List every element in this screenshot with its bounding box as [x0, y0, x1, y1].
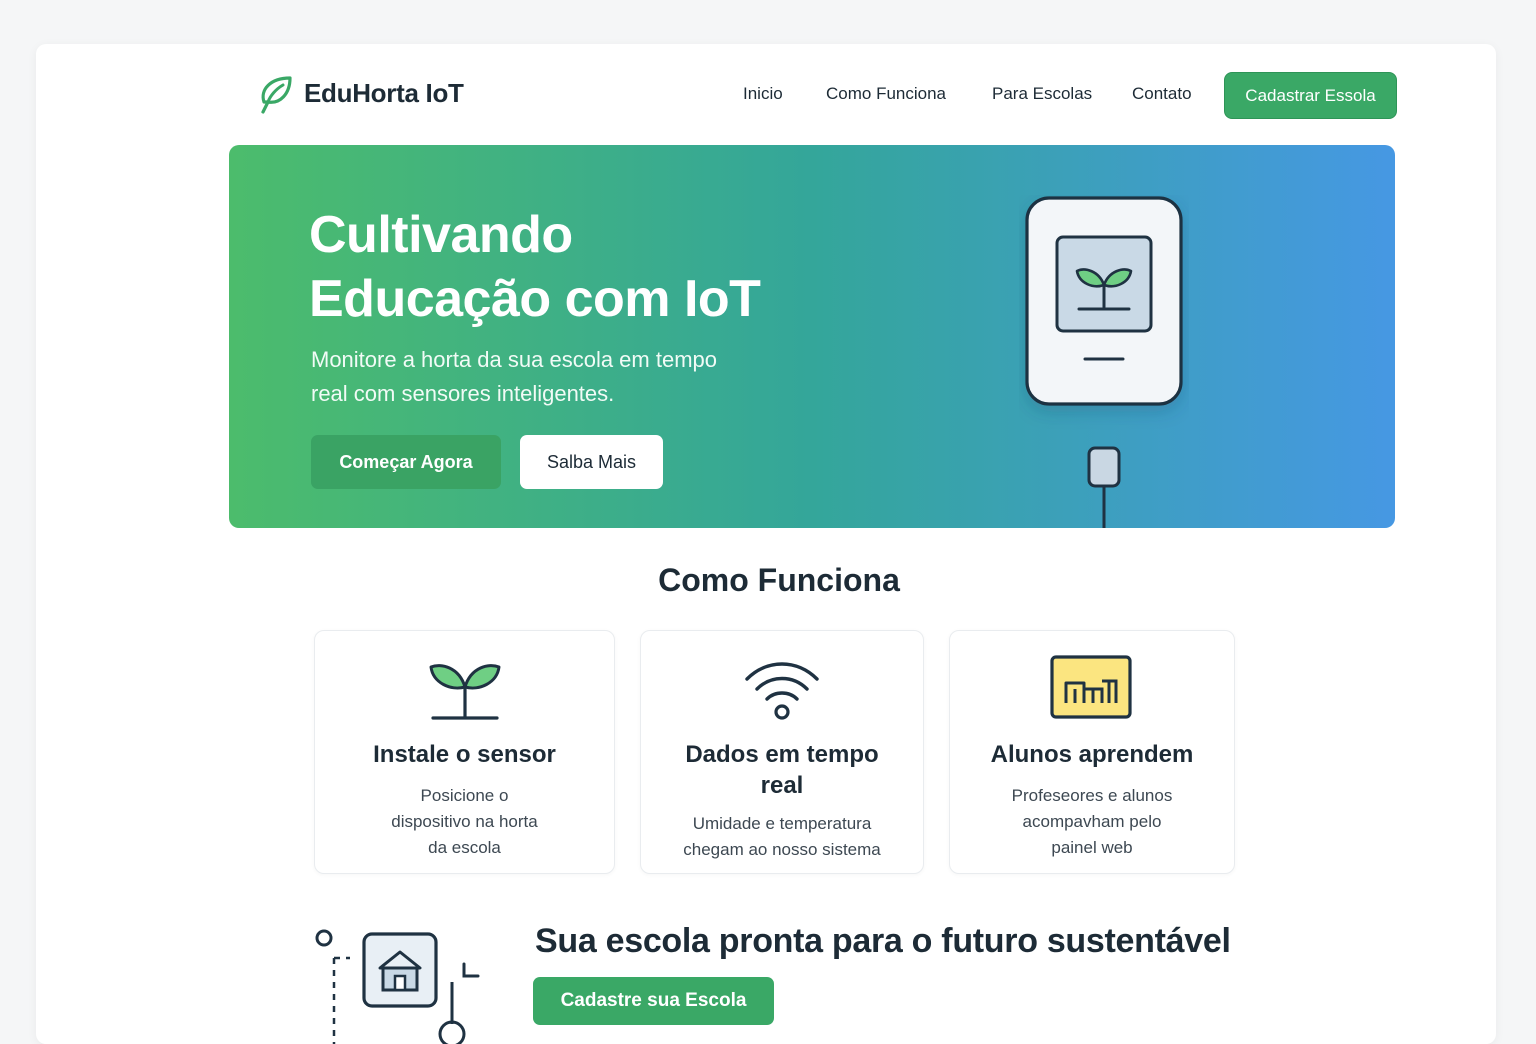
- how-it-works-title: Como Funciona: [658, 562, 900, 598]
- feature-card-description: Umidade e temperatura chegam ao nosso si…: [683, 814, 881, 859]
- feature-card-title: Alunos aprendem: [990, 741, 1194, 768]
- brand-logo[interactable]: EduHorta IoT: [256, 72, 464, 114]
- wifi-icon: [745, 662, 819, 720]
- register-school-button[interactable]: Cadastrar Essola: [1224, 72, 1397, 119]
- feature-card-title: Instale o sensor: [373, 741, 556, 768]
- hero-title: Cultivando Educação com IoT: [309, 203, 761, 331]
- sprout-icon: [429, 664, 500, 720]
- feature-card-title: Dados em tempo real: [685, 741, 879, 799]
- page-container: EduHorta IoT Inicio Como Funciona Para E…: [36, 44, 1496, 1044]
- register-your-school-button[interactable]: Cadastre sua Escola: [533, 977, 774, 1025]
- get-started-button[interactable]: Começar Agora: [311, 435, 501, 489]
- nav-link-como-funciona[interactable]: Como Funciona: [826, 84, 946, 104]
- hero-banner: Cultivando Educação com IoT Monitore a h…: [229, 145, 1395, 528]
- feature-card-learn: Alunos aprendem Profeseores e alunos aco…: [949, 630, 1235, 874]
- bottom-cta-title: Sua escola pronta para o futuro sustentá…: [535, 922, 1231, 960]
- feature-card-description: Posicione o dispositivo na horta da esco…: [391, 786, 538, 857]
- hero-subtitle: Monitore a horta da sua escola em tempo …: [311, 347, 718, 406]
- nav-link-inicio[interactable]: Inicio: [743, 84, 783, 104]
- learn-more-button[interactable]: Salba Mais: [520, 435, 663, 489]
- nav-link-contato[interactable]: Contato: [1132, 84, 1192, 104]
- leaf-logo-icon: [261, 76, 292, 114]
- hero-title-line-2: Educação com IoT: [309, 270, 761, 328]
- hero-title-line-1: Cultivando: [309, 206, 573, 264]
- feature-card-install: Instale o sensor Posicione o dispositivo…: [314, 630, 615, 874]
- feature-card-realtime: Dados em tempo real Umidade e temperatur…: [640, 630, 924, 874]
- iot-sensor-device-icon: [1025, 196, 1183, 528]
- chart-icon: [1050, 655, 1132, 719]
- school-network-icon: [315, 929, 480, 1044]
- nav-link-para-escolas[interactable]: Para Escolas: [992, 84, 1092, 104]
- brand-name: EduHorta IoT: [304, 77, 464, 108]
- feature-card-description: Profeseores e alunos acompavham pelo pai…: [1011, 786, 1173, 857]
